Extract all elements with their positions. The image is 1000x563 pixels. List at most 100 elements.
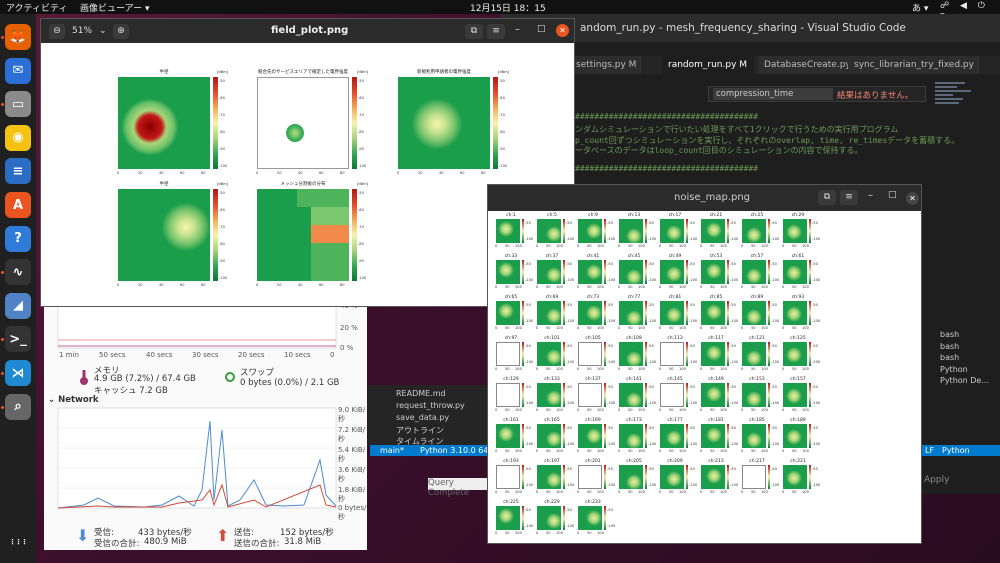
x-tick-label: 0 bbox=[741, 244, 744, 248]
noise-map-cell: ch:97 -50 -100 0 50 100 bbox=[494, 336, 533, 371]
channel-label: ch:45 bbox=[627, 254, 641, 259]
show-apps-icon[interactable]: ⋮⋮⋮ bbox=[5, 529, 31, 555]
clock[interactable]: 12月15日 18：15 bbox=[470, 1, 546, 14]
code-comment-line: ンダムシミュレーションで行いたい処理をすべて1クリックで行うための実行用プログラ… bbox=[575, 125, 899, 134]
noise-map-cell: ch:189 -50 -100 0 50 100 bbox=[781, 418, 820, 453]
colorbar bbox=[522, 219, 524, 243]
app-center-icon[interactable]: A bbox=[5, 192, 31, 218]
input-method-indicator[interactable]: あ ▾ bbox=[912, 1, 928, 14]
signal-hotspot bbox=[586, 223, 602, 239]
tab-sync-librarian[interactable]: sync_librarian_try_fixed.py bbox=[848, 56, 981, 74]
fullscreen-button[interactable]: ⧉ bbox=[818, 190, 836, 205]
colorbar-tick-label: -100 bbox=[730, 237, 739, 241]
tab-settings[interactable]: settings.py M bbox=[570, 56, 644, 74]
x-tick-label: 0 bbox=[495, 244, 498, 248]
colorbar-tick-label: -100 bbox=[607, 360, 616, 364]
menu-button[interactable]: ≡ bbox=[840, 190, 858, 205]
terminal-item[interactable]: Python bbox=[940, 365, 989, 377]
image-viewer-icon[interactable]: ⌕ bbox=[5, 393, 31, 420]
menu-button[interactable]: ≡ bbox=[487, 24, 505, 39]
colorbar-tick-label: -50 bbox=[358, 191, 364, 195]
colorbar-tick-label: -100 bbox=[771, 278, 780, 282]
help-icon[interactable]: ? bbox=[5, 225, 31, 252]
x-tick-label: 0 bbox=[536, 449, 539, 453]
x-tick-label: 60 bbox=[180, 283, 185, 287]
colorbar-tick-label: -50 bbox=[648, 467, 654, 471]
channel-label: ch:93 bbox=[791, 295, 805, 300]
maximize-button[interactable]: □ bbox=[888, 190, 897, 200]
vscode-icon[interactable]: ⋊ bbox=[5, 360, 31, 386]
terminal-item[interactable]: Python De... bbox=[940, 376, 989, 388]
close-button[interactable]: ✕ bbox=[556, 24, 569, 37]
x-tick-label: 50 bbox=[792, 449, 797, 453]
explorer-file[interactable]: request_throw.py bbox=[396, 401, 465, 410]
cache-value: キャッシュ 7.2 GB bbox=[94, 386, 168, 396]
tab-random-run[interactable]: random_run.py M bbox=[662, 56, 755, 74]
colorbar-tick-label: -50 bbox=[730, 467, 736, 471]
x-tick-label: 0 bbox=[618, 244, 621, 248]
plot-area bbox=[257, 77, 349, 169]
explorer-file[interactable]: README.md bbox=[396, 389, 446, 398]
rhythmbox-icon[interactable]: ◉ bbox=[5, 124, 31, 151]
channel-label: ch:177 bbox=[667, 418, 683, 423]
terminal-item[interactable]: bash bbox=[940, 330, 989, 342]
files-icon[interactable]: ▭ bbox=[5, 91, 31, 118]
zoom-in-button[interactable]: ⊕ bbox=[113, 24, 129, 39]
x-tick-label: 100 bbox=[556, 367, 563, 371]
colorbar-tick-label: -100 bbox=[525, 237, 534, 241]
colorbar-tick-label: -50 bbox=[730, 344, 736, 348]
channel-label: ch:169 bbox=[585, 418, 601, 423]
explorer-file[interactable]: save_data.py bbox=[396, 413, 449, 422]
minimize-button[interactable]: – bbox=[515, 24, 520, 35]
maximize-button[interactable]: □ bbox=[537, 24, 546, 34]
terminal-item[interactable]: bash bbox=[940, 342, 989, 354]
network-section-title[interactable]: ⌄ Network bbox=[48, 395, 99, 405]
thunderbird-icon[interactable]: ✉ bbox=[5, 57, 31, 84]
app-menu[interactable]: 画像ビューアー ▾ bbox=[80, 1, 149, 14]
x-tick-label: 0 bbox=[782, 449, 785, 453]
tab-database-create[interactable]: DatabaseCreate.py bbox=[758, 56, 858, 74]
system-monitor-icon[interactable]: ∿ bbox=[5, 259, 31, 286]
zoom-out-button[interactable]: ⊖ bbox=[49, 24, 65, 39]
channel-label: ch:97 bbox=[504, 336, 518, 341]
colorbar-tick-label: -90 bbox=[499, 147, 505, 151]
x-tick-label: 100 bbox=[597, 367, 604, 371]
colorbar bbox=[686, 342, 688, 366]
find-input[interactable]: compression_time bbox=[713, 88, 833, 100]
colorbar-tick-label: -100 bbox=[730, 483, 739, 487]
wireshark-icon[interactable]: ◢ bbox=[5, 292, 31, 319]
channel-label: ch:57 bbox=[750, 254, 764, 259]
colorbar-tick-label: -100 bbox=[607, 237, 616, 241]
x-tick-label: 50 bbox=[628, 490, 633, 494]
x-tick-label: 0 bbox=[659, 285, 662, 289]
x-tick-label: 0 bbox=[659, 244, 662, 248]
terminal-icon[interactable]: >_ bbox=[5, 326, 31, 353]
outline-section[interactable]: アウトライン bbox=[396, 425, 444, 436]
colorbar bbox=[809, 260, 811, 284]
colorbar bbox=[768, 219, 770, 243]
colorbar-unit: [dBm] bbox=[498, 70, 510, 74]
line-ending[interactable]: LF bbox=[925, 446, 934, 455]
colorbar bbox=[645, 465, 647, 489]
heatmap-area bbox=[701, 383, 725, 407]
heatmap-area bbox=[619, 219, 643, 244]
fullscreen-button[interactable]: ⧉ bbox=[465, 24, 483, 39]
apply-button[interactable]: Apply bbox=[924, 475, 949, 485]
firefox-icon[interactable]: 🦊 bbox=[5, 24, 31, 50]
heatmap-area bbox=[537, 383, 562, 407]
colorbar bbox=[645, 219, 647, 243]
channel-label: ch:101 bbox=[544, 336, 560, 341]
x-tick-label: 100 bbox=[802, 408, 809, 412]
activities-button[interactable]: アクティビティ bbox=[6, 1, 67, 14]
writer-icon[interactable]: ≡ bbox=[5, 158, 31, 185]
close-button[interactable]: ✕ bbox=[906, 192, 919, 205]
branch-status[interactable]: main* bbox=[380, 446, 404, 455]
minimap[interactable] bbox=[935, 80, 975, 140]
minimize-button[interactable]: – bbox=[868, 190, 873, 201]
language-mode[interactable]: Python bbox=[942, 446, 970, 455]
colorbar-tick-label: -100 bbox=[771, 483, 780, 487]
x-tick-label: 100 bbox=[515, 490, 522, 494]
colorbar-tick-label: -100 bbox=[648, 442, 657, 446]
x-tick-label: 50 bbox=[792, 490, 797, 494]
terminal-item[interactable]: bash bbox=[940, 353, 989, 365]
